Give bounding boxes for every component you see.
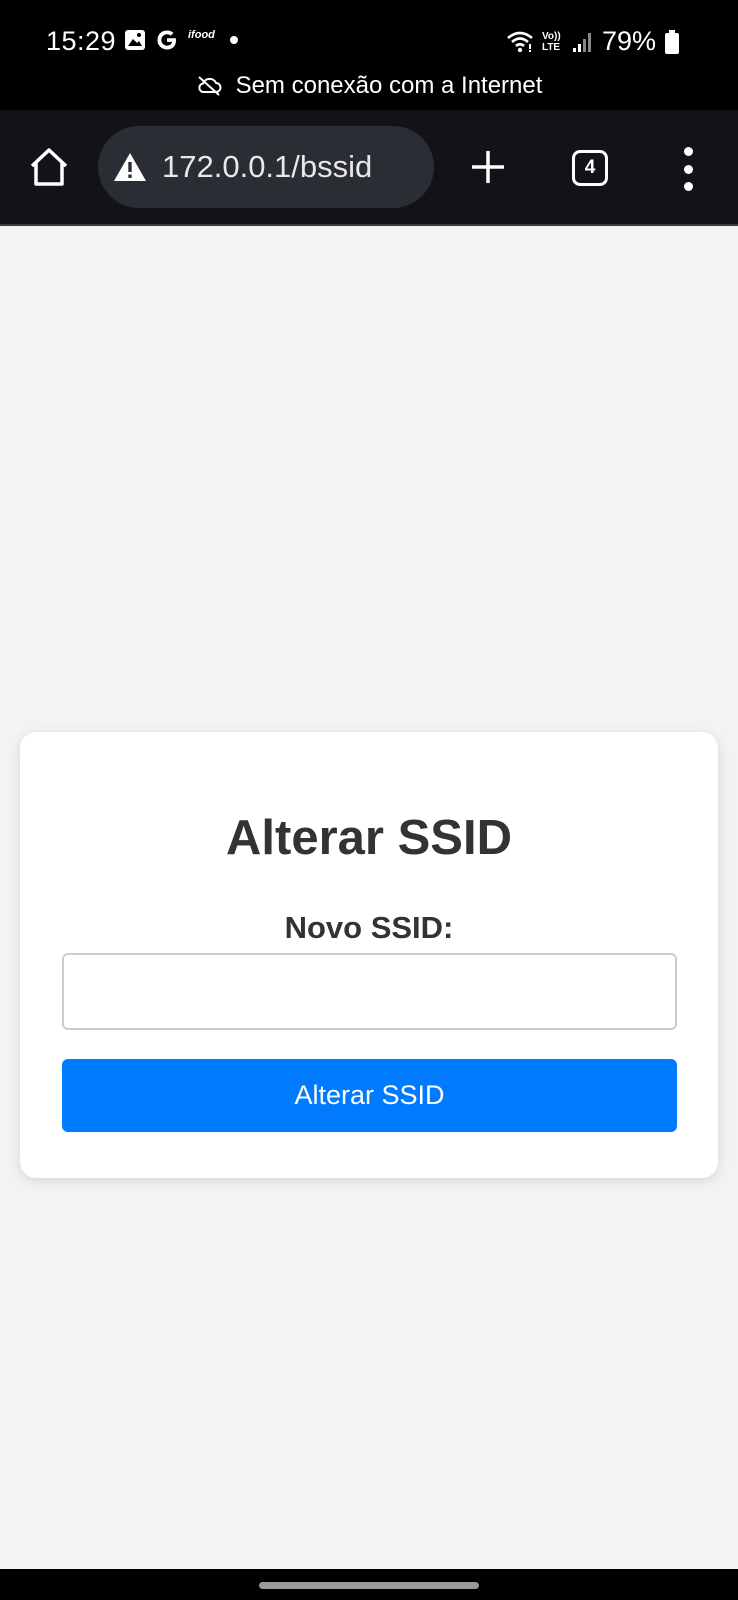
warning-icon[interactable]	[112, 151, 148, 183]
page-title: Alterar SSID	[226, 811, 512, 865]
network-status: Sem conexão com a Internet	[0, 72, 738, 100]
new-tab-icon[interactable]	[468, 147, 508, 187]
ifood-icon: ifood	[188, 29, 215, 41]
ssid-form-card: Alterar SSID Novo SSID: Alterar SSID	[20, 732, 718, 1178]
status-bar: 15:29 ifood Vo)) LTE 79% Sem conexão com…	[0, 0, 738, 110]
navigation-bar	[0, 1569, 738, 1600]
system-icons: Vo)) LTE 79%	[506, 26, 680, 57]
ssid-label: Novo SSID:	[284, 910, 454, 945]
change-ssid-button[interactable]: Alterar SSID	[62, 1059, 677, 1132]
wifi-icon	[507, 31, 533, 52]
status-time: 15:29	[46, 26, 117, 56]
cloud-off-icon	[197, 76, 222, 96]
tab-count: 4	[584, 157, 596, 178]
address-bar[interactable]: 172.0.0.1/bssid	[98, 126, 434, 208]
tab-switcher-button[interactable]: 4	[572, 150, 608, 186]
menu-icon[interactable]	[676, 147, 700, 191]
url-text[interactable]: 172.0.0.1/bssid	[162, 149, 372, 185]
network-message: Sem conexão com a Internet	[235, 72, 543, 99]
home-icon[interactable]	[27, 145, 71, 189]
battery-icon	[665, 29, 679, 54]
google-icon	[157, 30, 176, 50]
dot-icon	[229, 36, 238, 44]
page-content: Alterar SSID Novo SSID: Alterar SSID	[0, 226, 738, 1569]
notification-icons: ifood	[124, 28, 244, 52]
volte-icon: Vo)) LTE	[541, 30, 561, 53]
battery-percent: 79%	[601, 26, 656, 56]
ssid-input[interactable]	[62, 953, 677, 1030]
gesture-handle[interactable]	[259, 1582, 479, 1589]
signal-icon	[572, 32, 591, 52]
image-icon	[125, 30, 145, 50]
browser-toolbar: 172.0.0.1/bssid 4	[0, 110, 738, 226]
